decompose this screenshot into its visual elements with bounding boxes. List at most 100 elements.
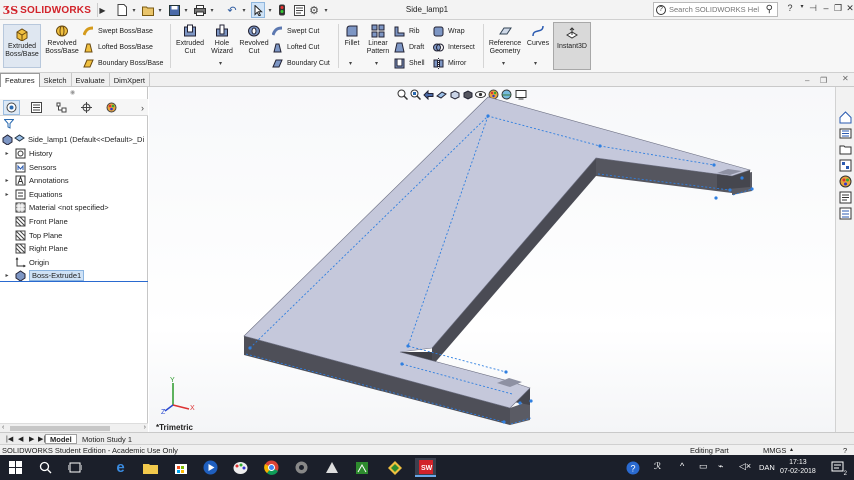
save-dropdown-icon[interactable]: ▾ (182, 2, 190, 18)
save-icon[interactable] (167, 2, 181, 18)
swept-boss-button[interactable]: Swept Boss/Base (83, 24, 153, 38)
select-cursor-icon[interactable] (251, 2, 265, 18)
lofted-boss-button[interactable]: Lofted Boss/Base (83, 40, 153, 54)
tree-item-origin[interactable]: Origin (0, 256, 49, 269)
tree-item-material-not-specified[interactable]: Material <not specified> (0, 201, 109, 214)
linear-pattern-button[interactable]: Linear Pattern (364, 24, 392, 56)
volume-muted-icon[interactable]: ◁× (739, 461, 751, 472)
property-manager-tab-icon[interactable] (28, 100, 45, 115)
graphics-area[interactable]: Y X Z *Trimetric (149, 87, 835, 432)
pin-icon[interactable]: ⊣ (806, 3, 820, 16)
file-properties-icon[interactable] (292, 2, 306, 18)
undo-dropdown-icon[interactable]: ▾ (240, 2, 248, 18)
search-icon[interactable]: ⚲ (766, 4, 773, 15)
tree-item-right-plane[interactable]: Right Plane (0, 242, 68, 255)
viewport-close-icon[interactable]: ✕ (842, 74, 849, 83)
solidworks-resources-home-icon[interactable] (839, 111, 852, 124)
options-dropdown-icon[interactable]: ▾ (322, 2, 330, 18)
file-explorer-folder-icon[interactable] (839, 143, 852, 156)
panel-horizontal-scrollbar[interactable]: ‹ › (0, 423, 148, 432)
curves-dropdown-icon[interactable]: ▾ (534, 60, 537, 67)
tab-evaluate[interactable]: Evaluate (72, 73, 110, 87)
tree-item-sensors[interactable]: Sensors (0, 161, 57, 174)
action-center-icon[interactable]: 2 (828, 458, 847, 477)
dimxpert-manager-tab-icon[interactable] (78, 100, 95, 115)
rebuild-icon[interactable] (276, 2, 288, 18)
feature-manager-tab-icon[interactable] (3, 100, 20, 115)
open-dropdown-icon[interactable]: ▾ (156, 2, 164, 18)
curves-button[interactable]: Curves (525, 24, 551, 48)
tree-item-history[interactable]: ▸ History (0, 147, 52, 160)
extruded-boss-button[interactable]: Extruded Boss/Base (3, 24, 41, 68)
units-selector[interactable]: MMGS (763, 446, 786, 455)
reference-geometry-button[interactable]: Reference Geometry (486, 24, 524, 56)
revolved-cut-button[interactable]: Revolved Cut (238, 24, 270, 56)
app-diamond-icon[interactable] (385, 458, 404, 477)
swept-cut-button[interactable]: Swept Cut (272, 24, 319, 38)
design-library-icon[interactable] (839, 127, 852, 140)
hole-wizard-button[interactable]: Hole Wizard (207, 24, 237, 56)
wrap-button[interactable]: Wrap (433, 24, 465, 38)
store-icon[interactable] (171, 458, 190, 477)
help-search-box[interactable]: ? ⚲ (653, 2, 778, 17)
part-model-view[interactable] (149, 87, 835, 432)
help-search-input[interactable] (669, 5, 759, 14)
rib-button[interactable]: Rib (394, 24, 420, 38)
app-pinned-icon[interactable] (322, 458, 341, 477)
solidworks-forum-icon[interactable] (839, 207, 852, 220)
viewport-minimize-icon[interactable]: – (805, 76, 809, 85)
clock[interactable]: 17:13 07-02-2018 (780, 458, 816, 476)
units-dropdown-icon[interactable]: ▴ (790, 446, 793, 453)
reference-geometry-dropdown-icon[interactable]: ▾ (502, 60, 505, 67)
filter-icon[interactable] (4, 119, 14, 129)
draft-button[interactable]: Draft (394, 40, 424, 54)
tab-model[interactable]: Model (45, 434, 77, 444)
edge-browser-icon[interactable]: e (111, 458, 130, 477)
appearances-scenes-icon[interactable] (839, 175, 852, 188)
panel-collapse-handle-icon[interactable]: ◉ (70, 89, 75, 96)
solidworks-taskbar-icon[interactable]: SW (415, 458, 436, 477)
tab-features[interactable]: Features (0, 73, 40, 87)
expand-arrow-icon[interactable]: ▸ (3, 150, 11, 157)
scroll-right-icon[interactable]: › (144, 424, 146, 431)
hole-wizard-dropdown-icon[interactable]: ▾ (219, 60, 222, 67)
network-icon[interactable]: ▭ (699, 461, 708, 472)
chrome-icon[interactable] (262, 458, 281, 477)
media-player-icon[interactable] (201, 458, 220, 477)
open-folder-icon[interactable] (141, 2, 155, 18)
expand-arrow-icon[interactable]: ▸ (3, 177, 11, 184)
expand-arrow-icon[interactable]: ▸ (3, 272, 11, 279)
options-gear-icon[interactable]: ⚙ (307, 2, 321, 18)
print-icon[interactable] (193, 2, 207, 18)
intersect-button[interactable]: Intersect (433, 40, 475, 54)
fillet-dropdown-icon[interactable]: ▾ (349, 60, 352, 67)
menu-expand-arrow-icon[interactable]: ▶ (97, 3, 107, 17)
expand-arrow-icon[interactable]: ▸ (3, 191, 11, 198)
new-dropdown-icon[interactable]: ▾ (130, 2, 138, 18)
tab-dimxpert[interactable]: DimXpert (110, 73, 150, 87)
scroll-left-icon[interactable]: ‹ (2, 424, 4, 431)
print-dropdown-icon[interactable]: ▾ (208, 2, 216, 18)
settings-icon[interactable] (292, 458, 311, 477)
paint-icon[interactable] (231, 458, 250, 477)
battery-icon[interactable]: ⌁ (718, 461, 723, 472)
language-indicator[interactable]: DAN (759, 463, 775, 472)
instant3d-button[interactable]: Instant3D (553, 22, 591, 70)
select-dropdown-icon[interactable]: ▾ (266, 2, 274, 18)
linear-pattern-dropdown-icon[interactable]: ▾ (375, 60, 378, 67)
view-palette-icon[interactable] (839, 159, 852, 172)
lofted-cut-button[interactable]: Lofted Cut (272, 40, 319, 54)
tab-sketch[interactable]: Sketch (40, 73, 72, 87)
boundary-boss-button[interactable]: Boundary Boss/Base (83, 56, 163, 70)
scroll-thumb[interactable] (10, 426, 110, 431)
tree-item-top-plane[interactable]: Top Plane (0, 229, 62, 242)
fillet-button[interactable]: Fillet (341, 24, 363, 48)
tree-root-part[interactable]: Side_lamp1 (Default<<Default>_Di (2, 133, 144, 146)
new-document-icon[interactable] (115, 2, 129, 18)
tree-item-equations[interactable]: ▸ Equations (0, 188, 62, 201)
tab-motion-study[interactable]: Motion Study 1 (78, 434, 136, 444)
search-icon[interactable] (36, 458, 55, 477)
help-tray-icon[interactable]: ? (623, 458, 642, 477)
start-windows-icon[interactable] (6, 458, 25, 477)
extruded-cut-button[interactable]: Extruded Cut (173, 24, 207, 56)
